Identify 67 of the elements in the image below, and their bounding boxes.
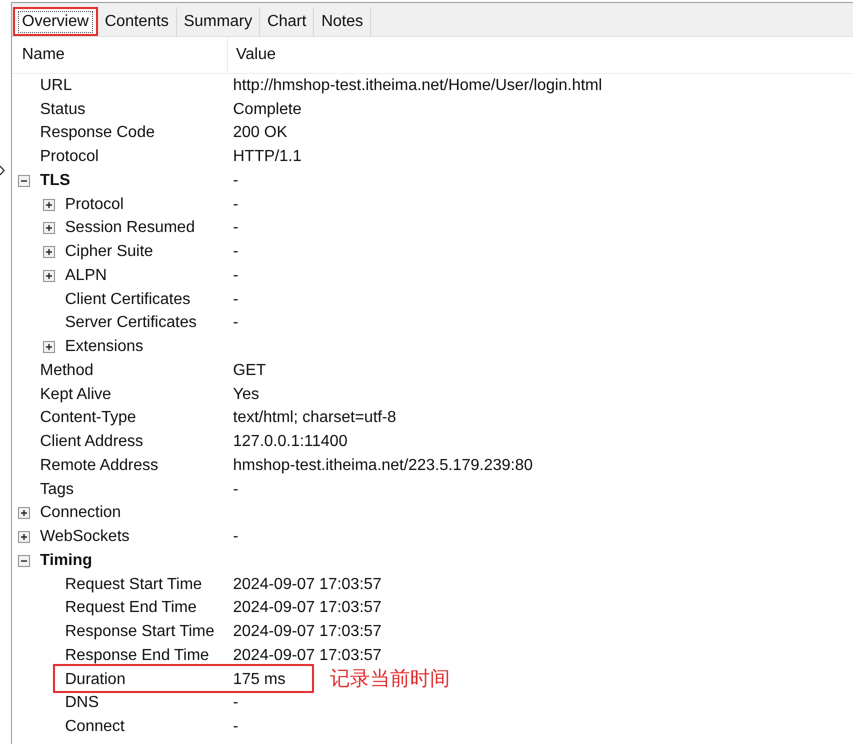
- property-value: 175 ms: [232, 670, 286, 690]
- property-value: 2024-09-07 17:03:57: [232, 598, 382, 618]
- expand-icon[interactable]: [18, 507, 30, 520]
- property-name: Connection: [40, 503, 121, 524]
- property-name: Timing: [40, 550, 92, 571]
- property-value: -: [232, 693, 238, 714]
- property-value: -: [232, 717, 238, 738]
- property-name: Kept Alive: [40, 384, 112, 405]
- property-value: -: [232, 218, 238, 238]
- property-value: -: [232, 170, 238, 191]
- expand-icon[interactable]: [43, 246, 55, 258]
- property-value: 2024-09-07 17:03:57: [232, 646, 382, 666]
- property-value: 127.0.0.1:11400: [232, 432, 348, 452]
- property-name: WebSockets: [40, 527, 130, 548]
- property-name: TLS: [40, 170, 70, 191]
- property-name: Cipher Suite: [65, 242, 154, 262]
- property-value: -: [232, 194, 238, 215]
- property-value: -: [232, 480, 238, 500]
- property-name: Connect: [65, 717, 125, 738]
- property-value: -: [232, 527, 238, 548]
- property-value: text/html; charset=utf-8: [232, 408, 396, 428]
- property-name: Request Start Time: [65, 574, 202, 595]
- expand-icon[interactable]: [43, 341, 55, 354]
- property-value: -: [232, 266, 238, 286]
- property-name: DNS: [65, 693, 99, 714]
- property-name: Protocol: [65, 194, 124, 215]
- property-name: Status: [40, 100, 86, 120]
- collapse-icon[interactable]: [18, 554, 30, 567]
- property-name: Response End Time: [65, 646, 210, 666]
- property-value: -: [232, 313, 238, 334]
- property-name: Client Address: [40, 432, 144, 452]
- expand-icon[interactable]: [43, 270, 55, 282]
- property-name: Client Certificates: [65, 290, 190, 310]
- expand-icon[interactable]: [43, 222, 55, 234]
- property-value: Complete: [232, 100, 302, 120]
- property-name: Protocol: [40, 147, 99, 168]
- property-value: http://hmshop-test.itheima.net/Home/User/login.html: [232, 76, 602, 96]
- property-name: Extensions: [65, 337, 144, 358]
- property-name: Remote Address: [40, 456, 158, 476]
- property-name: URL: [40, 76, 72, 96]
- column-header[interactable]: Name: [12, 37, 228, 73]
- property-name: ALPN: [65, 266, 107, 286]
- property-value: Yes: [232, 384, 260, 405]
- expand-icon[interactable]: [43, 198, 55, 211]
- annotation-text: 记录当前时间: [330, 666, 450, 692]
- property-value: 2024-09-07 17:03:57: [232, 574, 382, 595]
- column-header[interactable]: Value: [228, 37, 853, 73]
- property-value: -: [232, 290, 238, 310]
- property-name: Tags: [40, 480, 74, 500]
- collapse-icon[interactable]: [18, 174, 30, 187]
- property-name: Response Start Time: [65, 622, 214, 642]
- property-name: Session Resumed: [65, 218, 195, 238]
- property-value: 2024-09-07 17:03:57: [232, 622, 382, 642]
- property-value: 200 OK: [232, 123, 288, 144]
- expand-icon[interactable]: [18, 531, 30, 544]
- property-name: Duration: [65, 670, 126, 690]
- property-value: hmshop-test.itheima.net/223.5.179.239:80: [232, 456, 533, 476]
- tab[interactable]: Overview: [13, 7, 98, 36]
- property-name: Method: [40, 360, 94, 381]
- property-name: Content-Type: [40, 408, 136, 428]
- property-name: Request End Time: [65, 598, 197, 618]
- property-value: -: [232, 242, 238, 262]
- property-value: GET: [232, 360, 266, 381]
- property-value: HTTP/1.1: [232, 147, 302, 168]
- property-name: Response Code: [40, 123, 155, 144]
- chevron-icon[interactable]: [0, 165, 5, 176]
- property-name: Server Certificates: [65, 313, 197, 334]
